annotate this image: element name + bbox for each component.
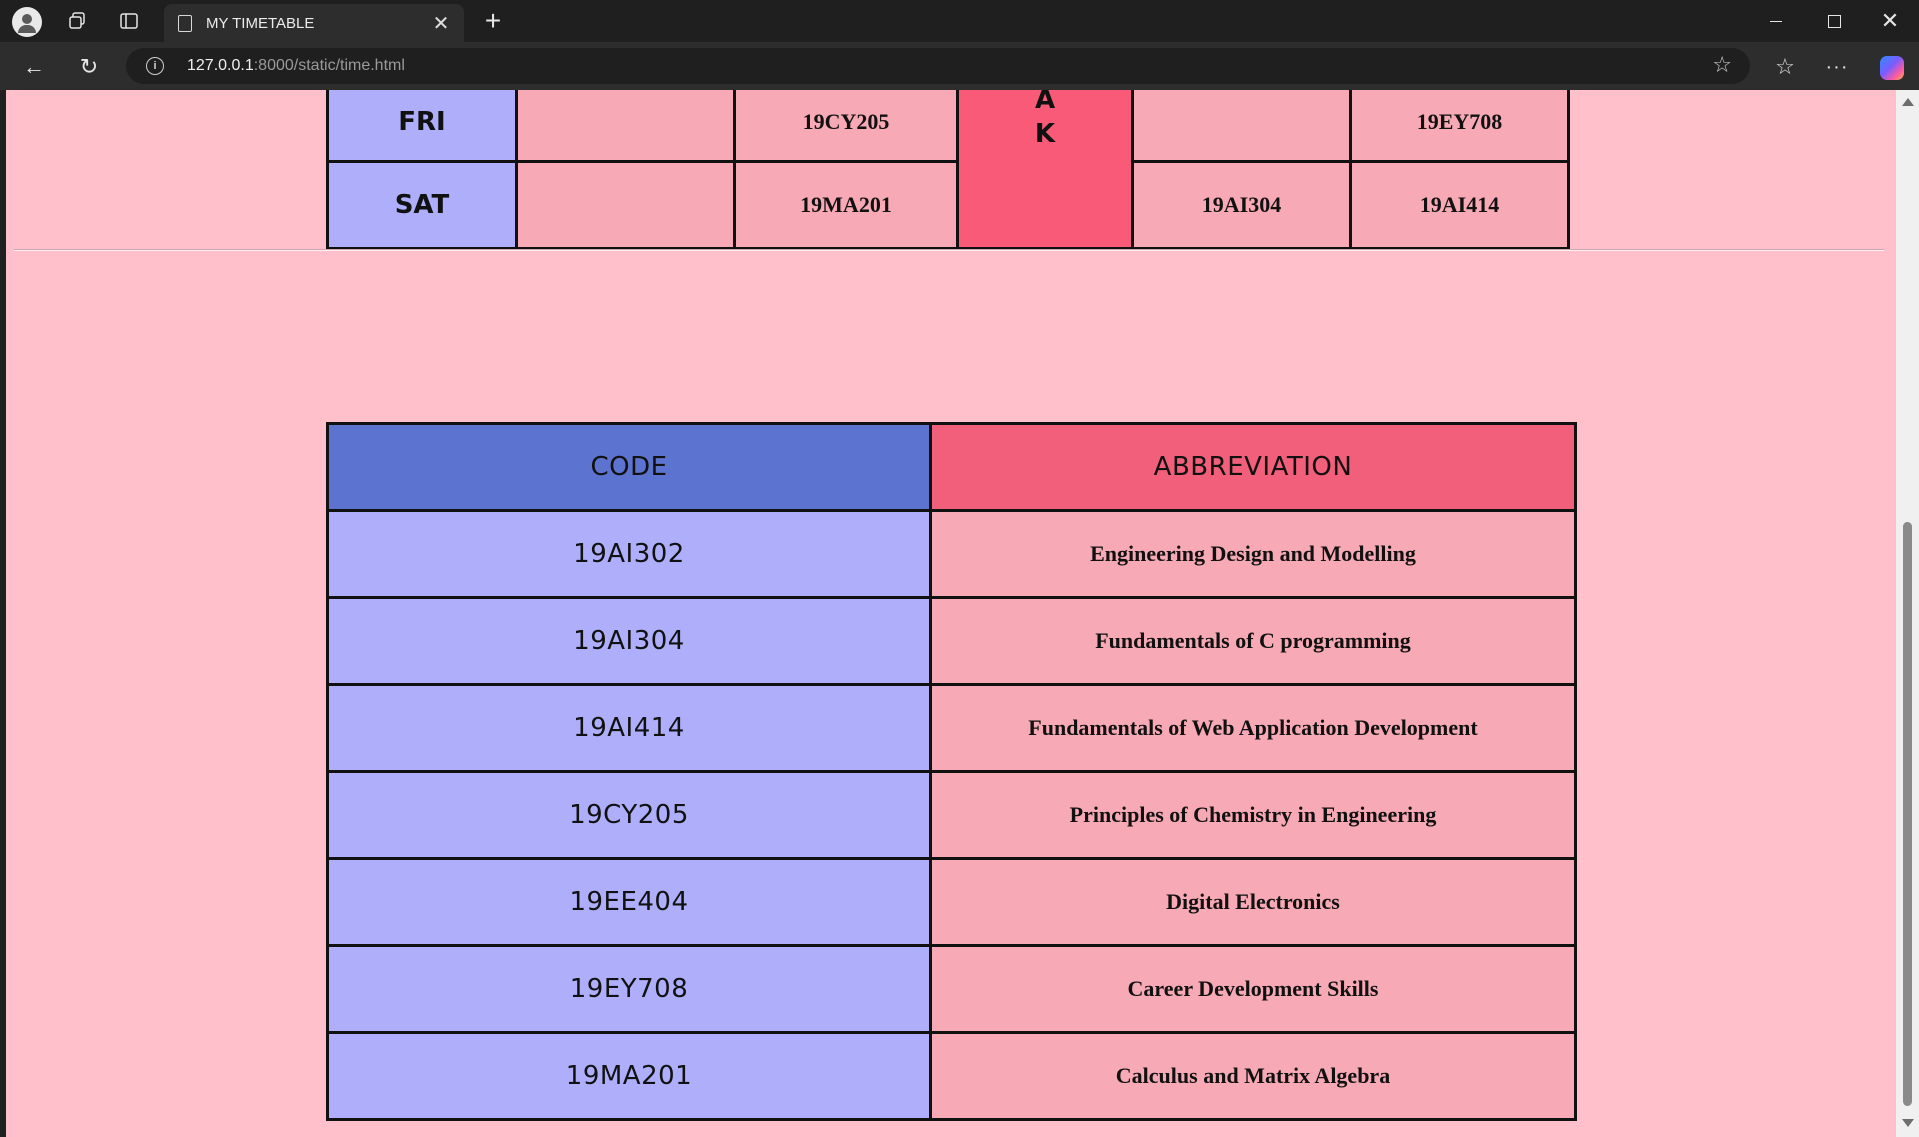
break-letter: A bbox=[1034, 90, 1056, 115]
day-cell: FRI bbox=[326, 90, 518, 163]
table-header-row: CODE ABBREVIATION bbox=[326, 422, 1577, 512]
course-code: 19EY708 bbox=[326, 944, 932, 1034]
course-code: 19AI302 bbox=[326, 509, 932, 599]
scroll-down-icon[interactable] bbox=[1902, 1119, 1914, 1127]
table-row: 19EE404 Digital Electronics bbox=[326, 857, 1577, 947]
course-code: 19EE404 bbox=[326, 857, 932, 947]
minimize-icon[interactable] bbox=[1756, 6, 1796, 36]
url-text[interactable]: 127.0.0.1:8000/static/time.html bbox=[187, 57, 405, 75]
workspaces-icon[interactable] bbox=[64, 8, 90, 34]
table-row: FRI 19CY205 _ A K 19EY708 bbox=[326, 90, 1570, 250]
tab-title: MY TIMETABLE bbox=[206, 14, 315, 32]
divider bbox=[14, 249, 1884, 251]
period-cell: 19AI414 bbox=[1349, 160, 1570, 250]
period-cell: 19MA201 bbox=[733, 160, 959, 250]
scroll-up-icon[interactable] bbox=[1902, 98, 1914, 106]
tab-actions-icon[interactable] bbox=[116, 8, 142, 34]
code-header: CODE bbox=[326, 422, 932, 512]
course-name: Engineering Design and Modelling bbox=[929, 509, 1577, 599]
break-letter: K bbox=[1034, 119, 1056, 149]
course-code: 19CY205 bbox=[326, 770, 932, 860]
vertical-scrollbar[interactable] bbox=[1896, 90, 1919, 1137]
timetable: FRI 19CY205 _ A K 19EY708 SAT 19MA201 19… bbox=[326, 90, 1570, 250]
table-row: 19MA201 Calculus and Matrix Algebra bbox=[326, 1031, 1577, 1121]
course-name: Digital Electronics bbox=[929, 857, 1577, 947]
period-cell: 19AI304 bbox=[1131, 160, 1352, 250]
period-cell bbox=[1131, 90, 1352, 163]
plus-icon[interactable]: + bbox=[478, 6, 508, 36]
course-name: Principles of Chemistry in Engineering bbox=[929, 770, 1577, 860]
table-row: SAT 19MA201 19AI304 19AI414 bbox=[326, 160, 1570, 250]
page-icon bbox=[178, 14, 192, 32]
table-row: 19AI414 Fundamentals of Web Application … bbox=[326, 683, 1577, 773]
table-row: 19AI302 Engineering Design and Modelling bbox=[326, 509, 1577, 599]
course-code: 19AI304 bbox=[326, 596, 932, 686]
course-name: Fundamentals of Web Application Developm… bbox=[929, 683, 1577, 773]
browser-titlebar: MY TIMETABLE ✕ + ✕ bbox=[0, 0, 1919, 42]
page-viewport: FRI 19CY205 _ A K 19EY708 SAT 19MA201 19… bbox=[6, 90, 1896, 1137]
course-name: Career Development Skills bbox=[929, 944, 1577, 1034]
more-icon[interactable]: ··· bbox=[1822, 51, 1852, 83]
star-icon[interactable]: ☆ bbox=[1712, 52, 1732, 78]
address-bar[interactable]: i 127.0.0.1:8000/static/time.html ☆ bbox=[126, 48, 1750, 84]
favorites-icon[interactable]: ☆ bbox=[1770, 51, 1800, 83]
period-cell bbox=[515, 160, 736, 250]
restore-icon[interactable] bbox=[1814, 6, 1854, 36]
course-code: 19MA201 bbox=[326, 1031, 932, 1121]
copilot-icon[interactable] bbox=[1880, 56, 1904, 80]
browser-tab[interactable]: MY TIMETABLE ✕ bbox=[164, 4, 464, 42]
reload-icon[interactable]: ↻ bbox=[73, 51, 105, 83]
period-cell bbox=[515, 90, 736, 163]
course-name: Calculus and Matrix Algebra bbox=[929, 1031, 1577, 1121]
table-row: 19CY205 Principles of Chemistry in Engin… bbox=[326, 770, 1577, 860]
abbreviation-header: ABBREVIATION bbox=[929, 422, 1577, 512]
browser-toolbar: ← ↻ i 127.0.0.1:8000/static/time.html ☆ … bbox=[0, 42, 1919, 90]
url-path: :8000/static/time.html bbox=[253, 57, 405, 74]
profile-icon[interactable] bbox=[12, 7, 42, 37]
back-arrow-icon[interactable]: ← bbox=[18, 51, 50, 83]
url-host: 127.0.0.1 bbox=[187, 57, 254, 74]
course-name: Fundamentals of C programming bbox=[929, 596, 1577, 686]
table-row: 19AI304 Fundamentals of C programming bbox=[326, 596, 1577, 686]
close-icon[interactable]: ✕ bbox=[430, 11, 452, 36]
day-cell: SAT bbox=[326, 160, 518, 250]
break-cell: _ A K bbox=[956, 90, 1134, 250]
course-codes-table: CODE ABBREVIATION 19AI302 Engineering De… bbox=[326, 422, 1577, 1121]
course-code: 19AI414 bbox=[326, 683, 932, 773]
scrollbar-thumb[interactable] bbox=[1903, 522, 1912, 1106]
period-cell: 19CY205 bbox=[733, 90, 959, 163]
window-close-icon[interactable]: ✕ bbox=[1870, 6, 1910, 36]
period-cell: 19EY708 bbox=[1349, 90, 1570, 163]
info-icon[interactable]: i bbox=[146, 57, 164, 75]
table-row: 19EY708 Career Development Skills bbox=[326, 944, 1577, 1034]
